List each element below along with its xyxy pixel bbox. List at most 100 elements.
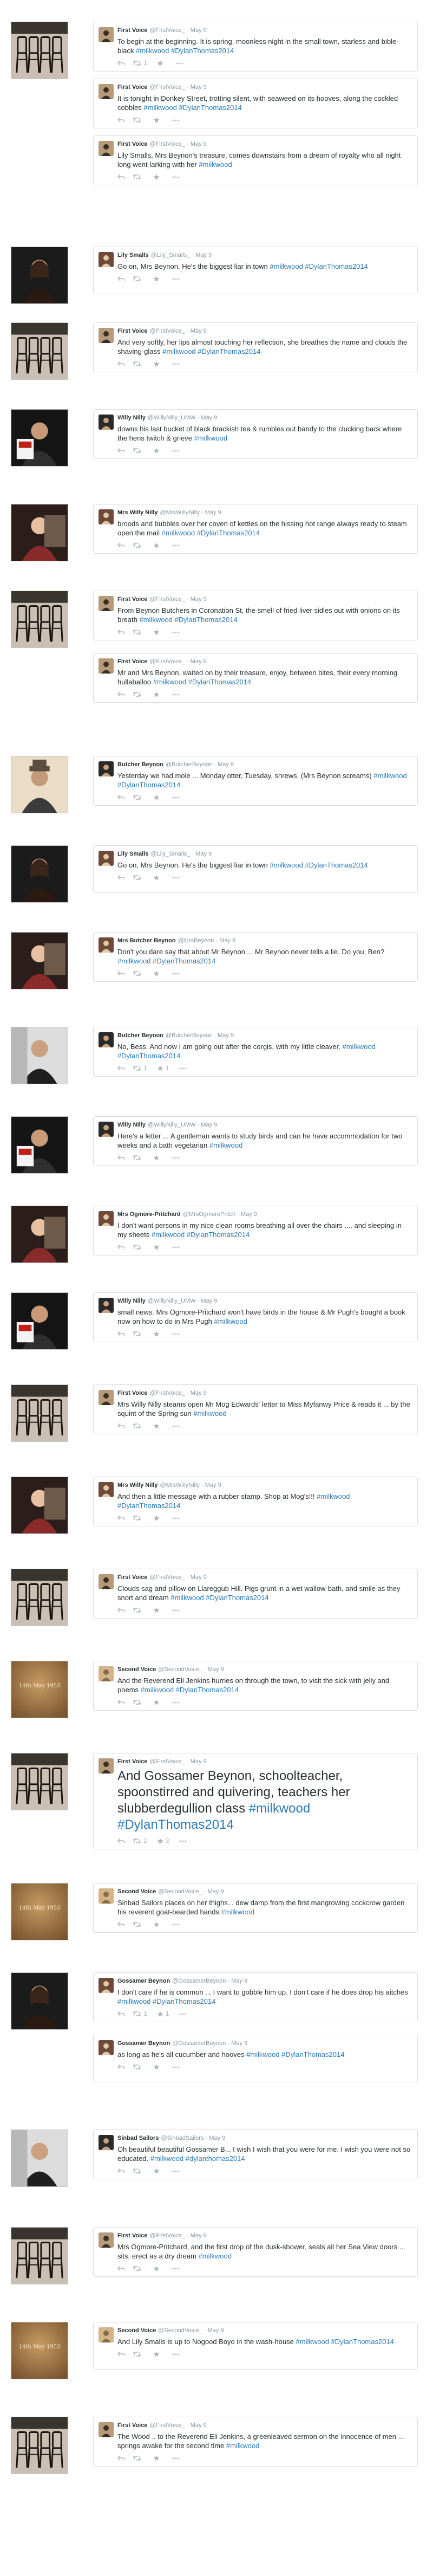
woman-avatar[interactable]	[99, 2040, 114, 2055]
author-name[interactable]: First Voice	[117, 1574, 147, 1581]
reply-icon[interactable]	[117, 2167, 125, 2174]
author-handle[interactable]: @SinbadSailors · May 9	[161, 2135, 225, 2141]
hashtag-link[interactable]: #milkwood	[194, 434, 227, 442]
more-icon[interactable]	[172, 1422, 180, 1429]
author-handle[interactable]: @FirstVoice_ · May 9	[149, 2232, 206, 2239]
man-avatar[interactable]	[99, 761, 114, 776]
retweet-icon[interactable]	[133, 1154, 141, 1161]
silhouette-avatar[interactable]	[99, 1574, 114, 1589]
hashtag-link[interactable]: #milkwood	[199, 2252, 232, 2260]
more-icon[interactable]	[172, 969, 180, 977]
favorite-icon[interactable]	[153, 2264, 160, 2272]
retweet-icon[interactable]	[133, 628, 141, 636]
more-icon[interactable]	[172, 690, 180, 698]
man-avatar[interactable]	[99, 1032, 114, 1047]
more-icon[interactable]	[172, 873, 180, 881]
favorite-icon[interactable]	[153, 1920, 160, 1928]
author-name[interactable]: First Voice	[117, 2232, 147, 2239]
silhouette-avatar[interactable]	[99, 328, 114, 343]
retweet-icon[interactable]	[133, 446, 141, 454]
retweet-icon[interactable]	[133, 2167, 141, 2174]
silhouette-avatar[interactable]	[99, 1390, 114, 1405]
author-name[interactable]: Lily Smalls	[117, 252, 148, 258]
retweet-icon[interactable]	[133, 2010, 141, 2017]
author-name[interactable]: Mrs Willy Nilly	[117, 1482, 158, 1488]
more-icon[interactable]	[172, 2167, 180, 2174]
man-avatar[interactable]	[99, 2135, 114, 2150]
hashtag-link[interactable]: #milkwood	[221, 1908, 254, 1916]
author-handle[interactable]: @MrsBeynon · May 9	[178, 937, 236, 944]
retweet-icon[interactable]	[133, 1837, 141, 1844]
man-avatar[interactable]	[99, 1298, 114, 1313]
more-icon[interactable]	[179, 1064, 187, 1072]
hashtag-link[interactable]: #milkwood #DylanThomas2014	[270, 861, 368, 869]
favorite-icon[interactable]	[153, 360, 160, 367]
hashtag-link[interactable]: #milkwood #DylanThomas2014	[270, 262, 368, 270]
author-name[interactable]: Gossamer Beynon	[117, 1978, 170, 1984]
author-name[interactable]: Second Voice	[117, 1666, 156, 1673]
reply-icon[interactable]	[117, 173, 125, 180]
author-name[interactable]: First Voice	[117, 1390, 147, 1396]
more-icon[interactable]	[172, 116, 180, 124]
sepia-avatar[interactable]	[99, 2327, 114, 2342]
author-handle[interactable]: @SecondVoice_ · May 9	[158, 2327, 224, 2334]
author-handle[interactable]: @FirstVoice_ · May 9	[149, 328, 206, 334]
author-handle[interactable]: @WillyNilly_UMW · May 9	[148, 1122, 218, 1128]
retweet-icon[interactable]	[133, 793, 141, 801]
favorite-icon[interactable]	[153, 1698, 160, 1706]
silhouette-avatar[interactable]	[99, 2422, 114, 2437]
author-handle[interactable]: @FirstVoice_ · May 9	[149, 2422, 206, 2429]
retweet-icon[interactable]	[133, 969, 141, 977]
retweet-icon[interactable]	[133, 1064, 141, 1072]
woman-avatar[interactable]	[99, 851, 114, 866]
author-name[interactable]: First Voice	[117, 658, 147, 665]
favorite-icon[interactable]	[153, 275, 160, 282]
author-handle[interactable]: @FirstVoice_ · May 9	[149, 27, 206, 34]
author-handle[interactable]: @ButcherBeynon · May 9	[166, 761, 234, 768]
more-icon[interactable]	[172, 275, 180, 282]
woman-avatar[interactable]	[99, 1482, 114, 1497]
more-icon[interactable]	[172, 1920, 180, 1928]
reply-icon[interactable]	[117, 628, 125, 636]
hashtag-link[interactable]: #milkwood #DylanThomas2014	[136, 47, 234, 55]
favorite-icon[interactable]	[153, 1514, 160, 1522]
reply-icon[interactable]	[117, 1154, 125, 1161]
retweet-icon[interactable]	[133, 1698, 141, 1706]
author-name[interactable]: Willy Nilly	[117, 1122, 146, 1128]
hashtag-link[interactable]: #milkwood #DylanThomas2014	[141, 1686, 239, 1694]
hashtag-link[interactable]: #milkwood #DylanThomas2014	[170, 1594, 268, 1602]
more-icon[interactable]	[172, 793, 180, 801]
retweet-icon[interactable]	[133, 116, 141, 124]
favorite-icon[interactable]	[153, 116, 160, 124]
more-icon[interactable]	[179, 2010, 187, 2017]
reply-icon[interactable]	[117, 59, 125, 67]
favorite-icon[interactable]	[153, 446, 160, 454]
reply-icon[interactable]	[117, 1064, 125, 1072]
more-icon[interactable]	[179, 1837, 187, 1844]
author-name[interactable]: First Voice	[117, 141, 147, 147]
sepia-avatar[interactable]	[99, 1666, 114, 1681]
author-handle[interactable]: @Lily_Smalls_ · May 9	[150, 252, 212, 258]
favorite-icon[interactable]	[153, 173, 160, 180]
man-avatar[interactable]	[99, 415, 114, 430]
author-handle[interactable]: @Lily_Smalls_ · May 9	[150, 851, 212, 857]
silhouette-avatar[interactable]	[99, 84, 114, 99]
reply-icon[interactable]	[117, 690, 125, 698]
woman-avatar[interactable]	[99, 1211, 114, 1226]
author-handle[interactable]: @GossamerBeynon · May 9	[172, 2040, 247, 2047]
reply-icon[interactable]	[117, 2350, 125, 2358]
reply-icon[interactable]	[117, 2010, 125, 2017]
retweet-icon[interactable]	[133, 1243, 141, 1251]
author-name[interactable]: First Voice	[117, 84, 147, 90]
favorite-icon[interactable]	[153, 873, 160, 881]
hashtag-link[interactable]: #milkwood #DylanThomas2014	[162, 347, 260, 355]
hashtag-link[interactable]: #milkwood #DylanThomas2014	[143, 103, 241, 112]
hashtag-link[interactable]: #milkwood #DylanThomas2014	[152, 1231, 250, 1239]
retweet-icon[interactable]	[133, 541, 141, 549]
author-name[interactable]: First Voice	[117, 328, 147, 334]
woman-avatar[interactable]	[99, 1978, 114, 1993]
author-handle[interactable]: @FirstVoice_ · May 9	[149, 1390, 206, 1396]
author-handle[interactable]: @FirstVoice_ · May 9	[149, 596, 206, 603]
reply-icon[interactable]	[117, 1243, 125, 1251]
author-handle[interactable]: @FirstVoice_ · May 9	[149, 658, 206, 665]
